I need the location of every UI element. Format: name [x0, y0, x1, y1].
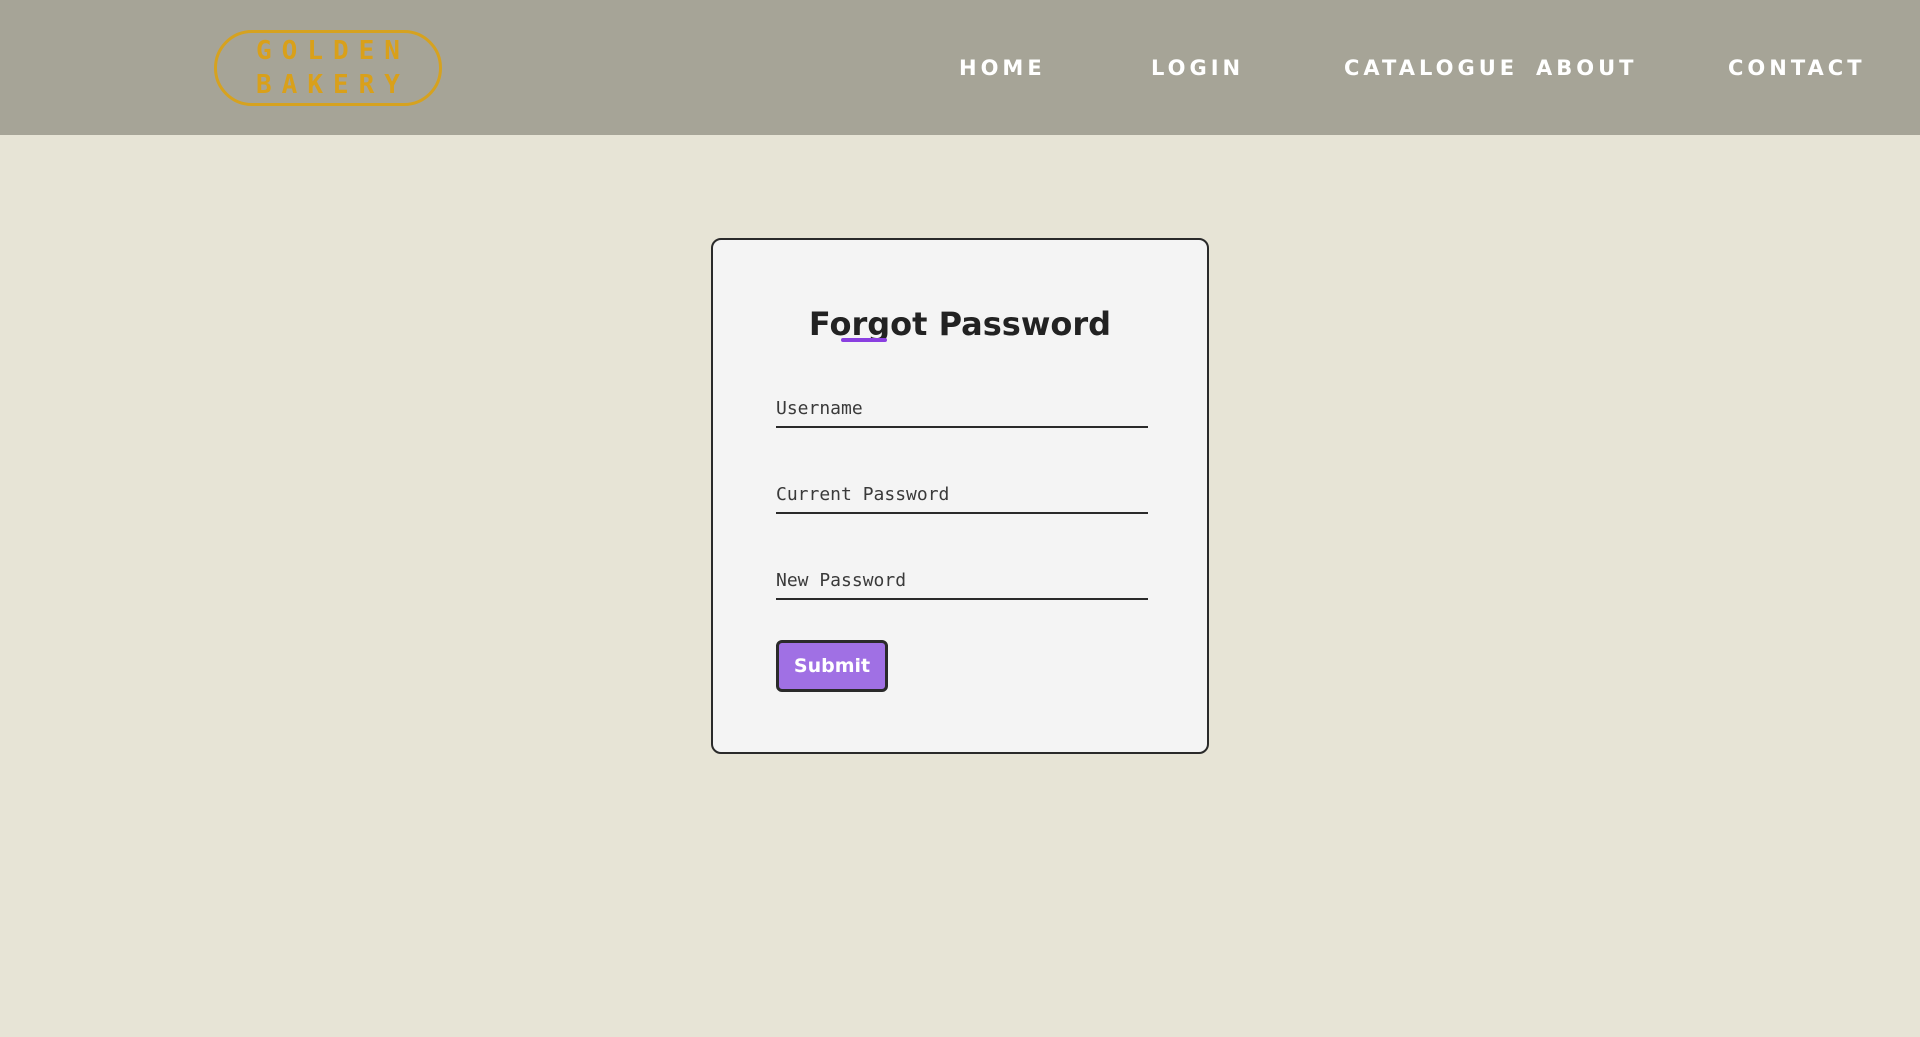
username-field — [776, 382, 1148, 428]
form-title: Forgot Password — [808, 305, 1112, 343]
nav-home[interactable]: HOME — [959, 52, 1046, 84]
title-accent-underline — [841, 338, 887, 342]
forgot-password-card: Forgot Password Submit — [711, 238, 1209, 754]
logo-line-1: GOLDEN — [256, 36, 410, 66]
current-password-field — [776, 468, 1148, 514]
submit-button[interactable]: Submit — [776, 640, 888, 692]
nav-about[interactable]: ABOUT — [1536, 52, 1638, 84]
new-password-input[interactable] — [776, 554, 1148, 598]
navbar: GOLDEN BAKERY HOME LOGIN CATALOGUE ABOUT… — [0, 0, 1920, 135]
current-password-input[interactable] — [776, 468, 1148, 512]
username-input[interactable] — [776, 382, 1148, 426]
logo-line-2: BAKERY — [256, 70, 410, 100]
nav-catalogue[interactable]: CATALOGUE — [1344, 52, 1518, 84]
logo-link[interactable]: GOLDEN BAKERY — [214, 30, 442, 106]
new-password-field — [776, 554, 1148, 600]
nav-login[interactable]: LOGIN — [1151, 52, 1244, 84]
nav-contact[interactable]: CONTACT — [1728, 52, 1866, 84]
